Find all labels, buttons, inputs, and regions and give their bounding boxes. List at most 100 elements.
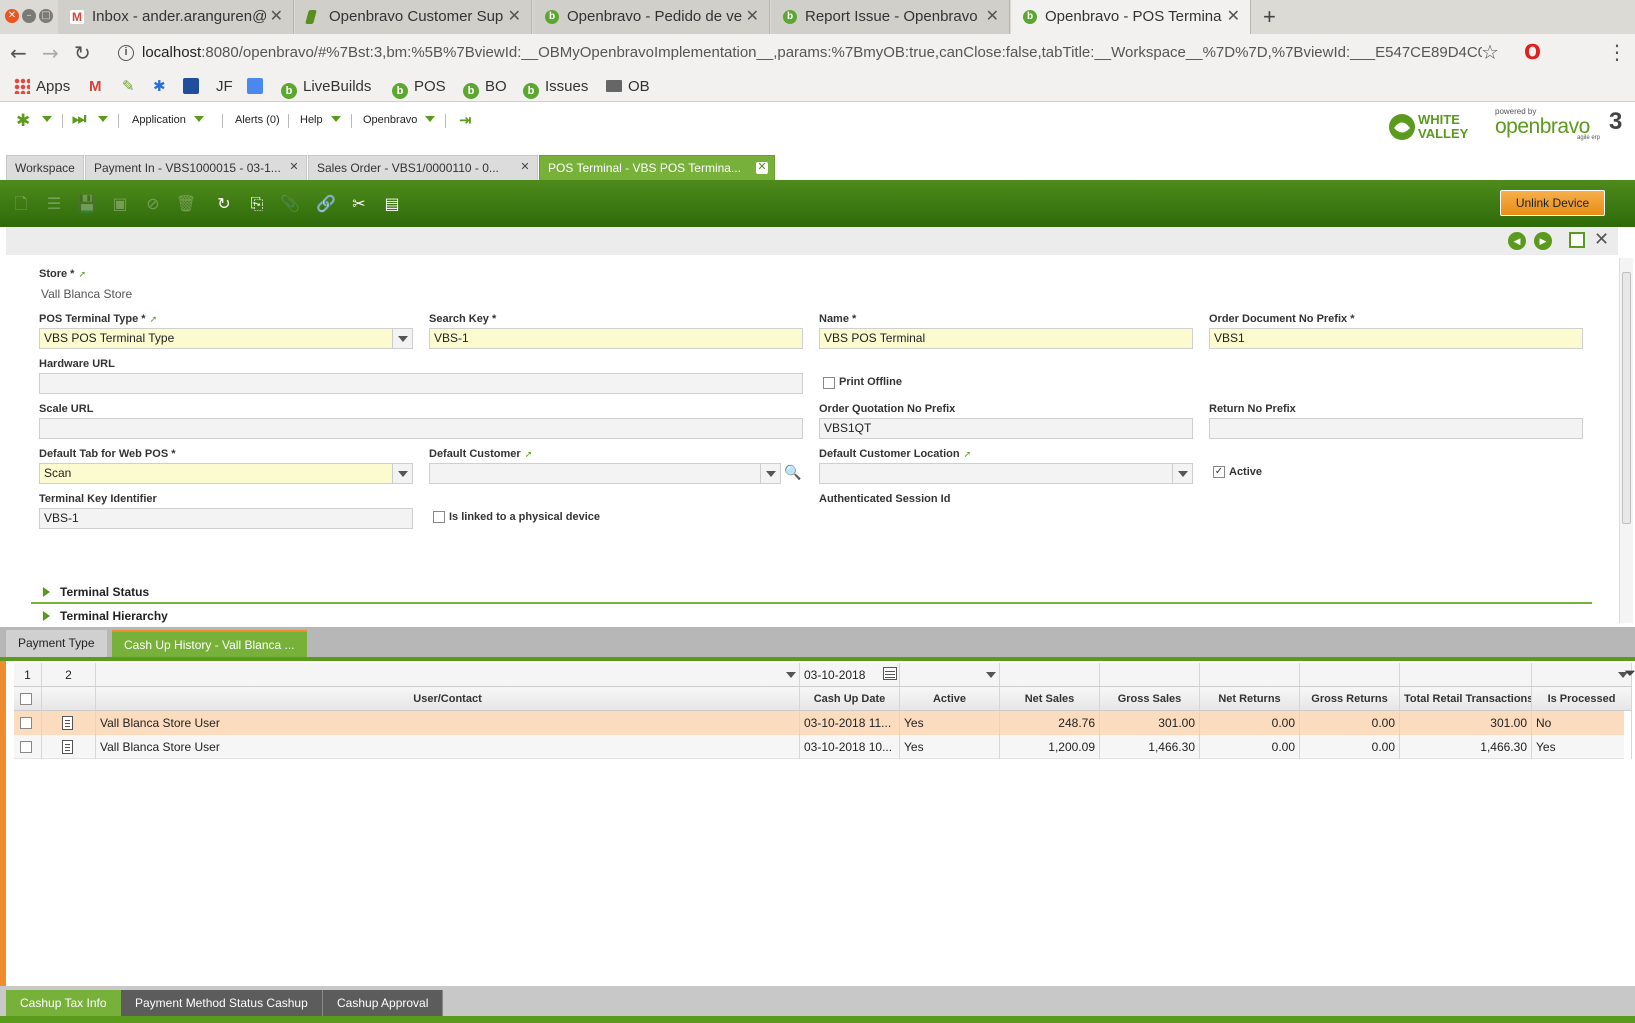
chevron-down-icon[interactable] [760, 464, 780, 483]
scrollbar-thumb[interactable] [1622, 272, 1631, 524]
quotation-prefix-input[interactable]: VBS1QT [819, 418, 1193, 439]
close-icon[interactable]: ✕ [519, 162, 531, 174]
filter-user-contact[interactable] [96, 663, 800, 687]
browser-tab-support[interactable]: Openbravo Customer Sup ✕ [295, 0, 532, 34]
user-menu[interactable]: Openbravo [363, 114, 436, 126]
close-form-icon[interactable]: ✕ [1594, 229, 1609, 250]
chevron-down-icon[interactable] [786, 672, 796, 678]
export-icon[interactable]: ⎘ [243, 190, 271, 218]
scale-url-input[interactable] [39, 418, 803, 439]
back-icon[interactable]: ← [10, 41, 27, 65]
return-prefix-input[interactable] [1209, 418, 1583, 439]
document-icon[interactable] [62, 716, 73, 730]
chevron-down-icon[interactable] [392, 329, 412, 348]
filter-net-sales[interactable] [1000, 663, 1100, 687]
link-arrow-icon[interactable]: ➚ [78, 269, 86, 279]
grid-view-icon[interactable]: ▤ [378, 190, 406, 218]
browser-tab-pos-terminal[interactable]: b Openbravo - POS Termina ✕ [1011, 0, 1251, 34]
search-icon[interactable]: 🔍 [783, 463, 803, 484]
tools-icon[interactable]: ✂ [345, 190, 373, 218]
close-icon[interactable]: ✕ [288, 162, 300, 174]
row-checkbox[interactable] [20, 717, 32, 729]
bookmark-folder-ob[interactable]: OB [606, 77, 650, 97]
header-cash-up-date[interactable]: Cash Up Date [800, 687, 900, 711]
select-all-checkbox[interactable] [20, 693, 32, 705]
tab-cashup-approval[interactable]: Cashup Approval [323, 990, 444, 1016]
bookmark-gear-icon[interactable]: ✱ [153, 77, 166, 97]
chevron-down-icon[interactable] [986, 672, 996, 678]
bookmark-translate-icon[interactable] [247, 77, 269, 97]
section-terminal-hierarchy[interactable]: Terminal Hierarchy [43, 609, 168, 623]
bookmark-livebuilds[interactable]: b LiveBuilds [281, 77, 371, 99]
section-terminal-status[interactable]: Terminal Status [43, 585, 149, 599]
chevron-down-icon[interactable] [392, 464, 412, 483]
tab-cash-up-history[interactable]: Cash Up History - Vall Blanca ... [112, 630, 307, 657]
logout-icon[interactable]: ⇥ [459, 111, 472, 129]
chevron-down-icon[interactable] [1172, 464, 1192, 483]
bookmark-gmail-icon[interactable]: M [89, 77, 102, 97]
link-icon[interactable]: 🔗 [312, 190, 340, 218]
quick-create-icon[interactable]: ✱ [16, 111, 30, 131]
quick-create-dropdown[interactable] [34, 114, 52, 126]
default-tab-select[interactable]: Scan [39, 463, 413, 484]
alerts-menu[interactable]: Alerts (0) [235, 114, 280, 126]
maximize-icon[interactable] [1569, 232, 1585, 248]
browser-menu-icon[interactable]: ⋮ [1607, 40, 1627, 64]
bookmark-openbravo-support-icon[interactable]: ✎ [122, 77, 135, 97]
filter-net-returns[interactable] [1200, 663, 1300, 687]
close-tab-icon[interactable]: ✕ [508, 0, 521, 34]
hardware-url-input[interactable] [39, 373, 803, 394]
window-maximize-icon[interactable]: □ [39, 9, 53, 23]
tab-payment-method-status[interactable]: Payment Method Status Cashup [121, 990, 323, 1016]
filter-gross-sales[interactable] [1100, 663, 1200, 687]
linked-device-checkbox[interactable] [433, 511, 445, 523]
bookmark-bo[interactable]: b BO [463, 77, 507, 99]
tab-cashup-tax-info[interactable]: Cashup Tax Info [6, 990, 122, 1016]
filter-total-retail[interactable] [1400, 663, 1532, 687]
row-checkbox[interactable] [20, 741, 32, 753]
next-record-icon[interactable]: ▶ [1534, 232, 1552, 250]
form-scrollbar[interactable] [1619, 258, 1633, 623]
new-row-icon[interactable]: ☰ [40, 190, 68, 218]
browser-tab-report-issue[interactable]: b Report Issue - Openbravo ✕ [771, 0, 1010, 34]
print-offline-checkbox[interactable] [823, 377, 835, 389]
default-customer-location-select[interactable] [819, 463, 1193, 484]
new-tab-button[interactable]: + [1263, 0, 1276, 34]
bookmark-jf[interactable]: JF [216, 77, 233, 97]
tab-payment-in[interactable]: Payment In - VBS1000015 - 03-1... ✕ [85, 155, 307, 180]
browser-tab-pedido[interactable]: b Openbravo - Pedido de ve ✕ [533, 0, 770, 34]
window-minimize-icon[interactable]: – [22, 9, 36, 23]
filter-cash-up-date[interactable]: 03-10-2018 [800, 663, 900, 687]
window-close-icon[interactable]: ✕ [5, 9, 19, 23]
header-active[interactable]: Active [900, 687, 1000, 711]
tab-sales-order[interactable]: Sales Order - VBS1/0000110 - 0... ✕ [308, 155, 538, 180]
bookmark-pos[interactable]: b POS [392, 77, 446, 99]
header-total-retail[interactable]: Total Retail Transactions [1400, 687, 1532, 711]
save-icon[interactable]: 💾 [73, 190, 101, 218]
undo-icon[interactable]: ⊘ [139, 190, 167, 218]
calendar-icon[interactable] [883, 667, 897, 680]
search-key-input[interactable]: VBS-1 [429, 328, 803, 349]
quick-launch-icon[interactable]: ⏭ [72, 111, 86, 129]
table-row[interactable]: Vall Blanca Store User 03-10-2018 11... … [14, 711, 1632, 735]
header-net-returns[interactable]: Net Returns [1200, 687, 1300, 711]
pager-page-1[interactable]: 1 [14, 663, 42, 687]
filter-gross-returns[interactable] [1300, 663, 1400, 687]
tab-payment-type[interactable]: Payment Type [6, 630, 107, 657]
default-customer-select[interactable] [429, 463, 781, 484]
close-icon[interactable]: ✕ [756, 162, 768, 174]
terminal-key-input[interactable]: VBS-1 [39, 508, 413, 529]
bookmark-apps[interactable]: Apps [14, 77, 70, 97]
save-close-icon[interactable]: ▣ [106, 190, 134, 218]
order-doc-prefix-input[interactable]: VBS1 [1209, 328, 1583, 349]
header-gross-sales[interactable]: Gross Sales [1100, 687, 1200, 711]
application-menu[interactable]: Application [132, 114, 204, 126]
header-net-sales[interactable]: Net Sales [1000, 687, 1100, 711]
filter-funnel-icon[interactable]: ⏷ [1624, 665, 1635, 682]
bookmark-star-icon[interactable]: ☆ [1481, 40, 1499, 64]
help-menu[interactable]: Help [300, 114, 341, 126]
bookmark-issues[interactable]: b Issues [523, 77, 588, 99]
close-tab-icon[interactable]: ✕ [270, 0, 283, 34]
attachment-icon[interactable]: 📎 [276, 190, 304, 218]
quick-launch-dropdown[interactable] [90, 114, 108, 126]
